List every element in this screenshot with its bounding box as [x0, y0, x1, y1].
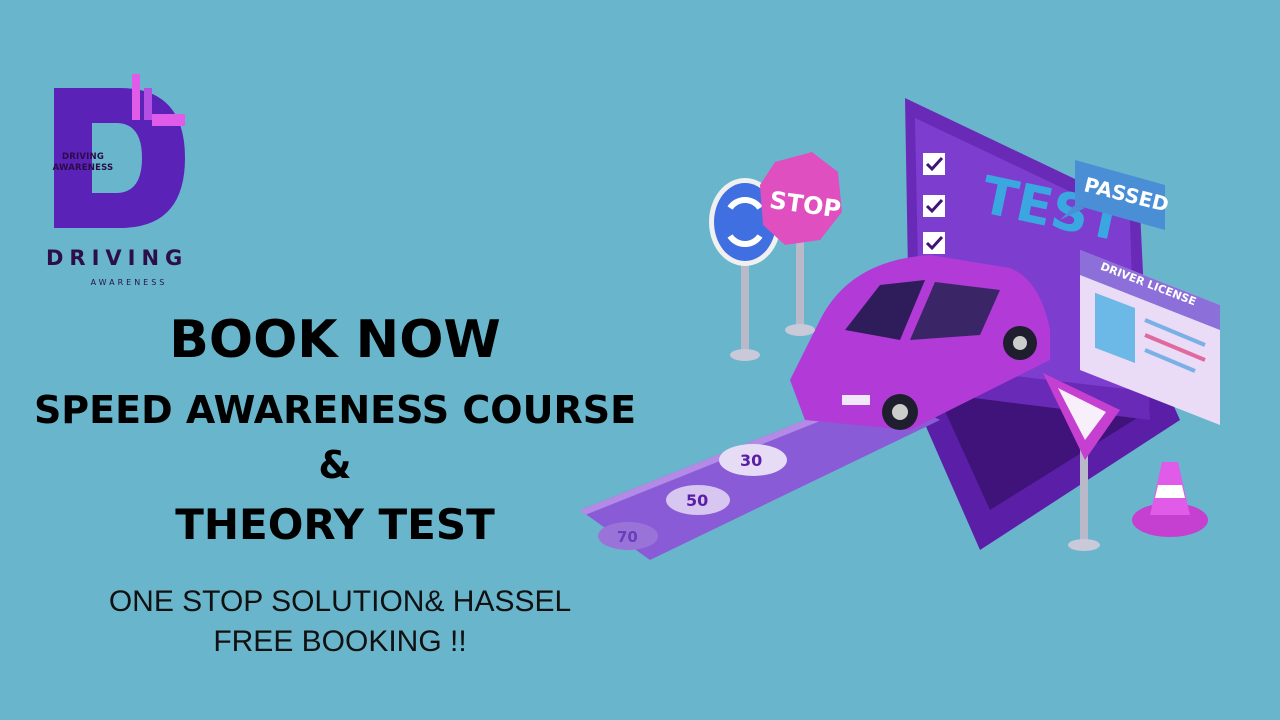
- ampersand-heading: &: [318, 443, 352, 487]
- tagline-line1: ONE STOP SOLUTION& HASSEL: [108, 585, 572, 618]
- logo-small-line1: DRIVING: [62, 152, 104, 162]
- road-mark-70: 70: [617, 528, 638, 546]
- logo-small-text: DRIVING AWARENESS: [43, 152, 123, 174]
- checklist-icon: [923, 153, 945, 254]
- tagline-line2: FREE BOOKING !!: [213, 625, 467, 658]
- road-mark-30: 30: [740, 451, 762, 470]
- theory-test-heading: THEORY TEST: [175, 500, 495, 549]
- driving-test-illustration: TEST PASSED DRIVER LICENSE 30 50 70 STOP: [580, 98, 1220, 560]
- traffic-cone-icon: [1132, 462, 1208, 537]
- road-mark-50: 50: [686, 491, 708, 510]
- course-heading: SPEED AWARENESS COURSE: [33, 388, 637, 432]
- brand-wordmark: DRIVING: [46, 246, 189, 270]
- brand-subtitle: AWARENESS: [90, 278, 168, 287]
- logo-small-line2: AWARENESS: [52, 163, 114, 173]
- book-now-heading: BOOK NOW: [169, 310, 501, 370]
